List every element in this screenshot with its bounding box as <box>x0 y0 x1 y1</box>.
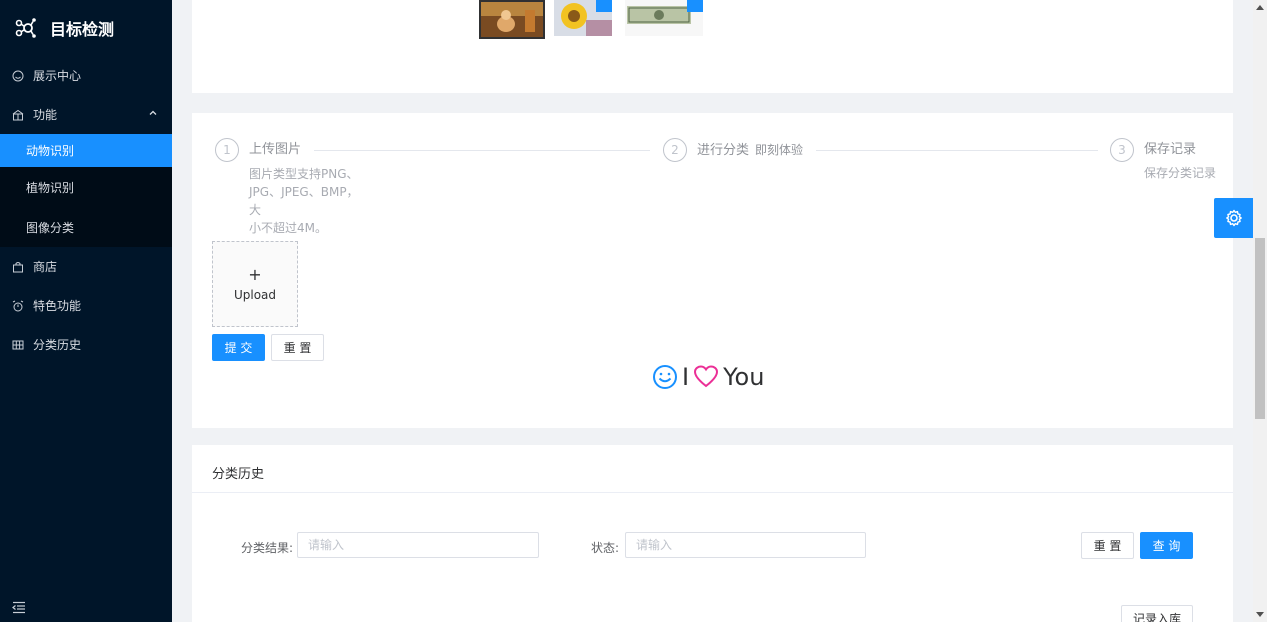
sidebar-item-label: 图像分类 <box>26 220 75 235</box>
sidebar-item-image-classification[interactable]: 图像分类 <box>0 207 172 247</box>
status-search-input[interactable] <box>625 532 866 558</box>
grid-icon <box>12 340 24 349</box>
upload-steps-card: 1 上传图片 图片类型支持PNG、 JPG、JPEG、BMP，大 小不超过4M。… <box>192 113 1233 428</box>
app-title: 目标检测 <box>50 20 115 39</box>
scroll-thumb[interactable] <box>1255 238 1265 419</box>
shopping-bag-icon <box>13 261 23 272</box>
love-you-text: You <box>723 363 765 391</box>
step-desc-line: 保存分类记录 <box>1144 166 1217 180</box>
step-classify: 2 进行分类 即刻体验 <box>663 138 803 163</box>
example-thumbnail-cat[interactable] <box>479 0 545 39</box>
step-save: 3 保存记录 <box>1110 138 1196 162</box>
step-description: 保存分类记录 <box>1144 164 1216 182</box>
gift-icon <box>12 109 24 120</box>
submit-button[interactable]: 提 交 <box>212 334 265 361</box>
alarm-icon <box>12 300 24 311</box>
step-number: 2 <box>663 138 687 162</box>
chevron-up-icon <box>149 110 157 115</box>
main-content: 1 上传图片 图片类型支持PNG、 JPG、JPEG、BMP，大 小不超过4M。… <box>172 0 1253 622</box>
menu-fold-icon[interactable] <box>12 600 26 614</box>
heart-icon <box>694 365 719 388</box>
image-upload-dropzone[interactable]: + Upload <box>212 241 298 327</box>
sidebar-item-label: 功能 <box>33 108 58 122</box>
sidebar-item-showcase[interactable]: 展示中心 <box>0 56 172 95</box>
reset-button[interactable]: 重 置 <box>271 334 324 361</box>
sidebar-item-label: 展示中心 <box>33 69 82 83</box>
scroll-up-arrow-icon[interactable] <box>1256 5 1264 10</box>
vertical-scrollbar[interactable] <box>1253 0 1267 622</box>
step-desc-line: 小不超过4M。 <box>249 221 327 235</box>
query-button[interactable]: 查 询 <box>1140 532 1193 559</box>
cat-photo-icon <box>481 2 543 37</box>
classification-history-card: 分类历史 分类结果: 状态: 重 置 查 询 记录入库 <box>192 445 1233 622</box>
smile-icon <box>12 70 24 81</box>
sidebar-item-label: 商店 <box>33 260 58 274</box>
smile-face-icon <box>653 365 677 389</box>
step-upload: 1 上传图片 <box>215 138 301 162</box>
upload-label: Upload <box>233 288 277 302</box>
sidebar-item-label: 动物识别 <box>26 144 75 158</box>
step-description: 图片类型支持PNG、 JPG、JPEG、BMP，大 小不超过4M。 <box>249 165 369 237</box>
step-number: 3 <box>1110 138 1134 162</box>
step-title: 保存记录 <box>1144 142 1197 157</box>
save-record-button[interactable]: 记录入库 <box>1121 605 1193 622</box>
result-search-input[interactable] <box>297 532 539 558</box>
step-title-text: 进行分类 <box>697 143 750 158</box>
step-subtitle: 即刻体验 <box>755 143 804 157</box>
sidebar-item-label: 分类历史 <box>33 338 82 352</box>
scroll-down-arrow-icon[interactable] <box>1256 612 1264 617</box>
plus-icon: + <box>248 265 262 284</box>
step-desc-line: JPG、JPEG、BMP，大 <box>249 185 359 217</box>
sidebar-item-features[interactable]: 特色功能 <box>0 286 172 325</box>
network-logo-icon <box>15 18 36 38</box>
sidebar-item-plant-recognition[interactable]: 植物识别 <box>0 167 172 207</box>
step-desc-line: 图片类型支持PNG、 <box>249 167 359 181</box>
step-number: 1 <box>215 138 239 162</box>
settings-button[interactable] <box>1214 198 1253 238</box>
divider <box>192 492 1233 493</box>
example-images-card <box>192 0 1233 93</box>
sidebar-item-label: 特色功能 <box>33 299 82 313</box>
result-label: 分类结果: <box>241 541 294 555</box>
step-title: 上传图片 <box>249 142 302 157</box>
selected-badge <box>687 0 703 12</box>
gear-icon <box>1225 209 1242 227</box>
history-reset-button[interactable]: 重 置 <box>1081 532 1134 559</box>
app-logo[interactable]: 目标检测 <box>0 0 172 56</box>
step-connector <box>816 150 1098 151</box>
i-love-you-banner: I You <box>652 363 768 391</box>
love-i-text: I <box>682 363 690 391</box>
sidebar-item-label: 植物识别 <box>26 180 75 195</box>
history-title: 分类历史 <box>212 467 265 482</box>
selected-badge <box>596 0 612 12</box>
step-title: 进行分类 即刻体验 <box>697 138 803 163</box>
example-thumbnail-flower[interactable] <box>554 0 612 39</box>
sidebar-item-animal-recognition[interactable]: 动物识别 <box>0 134 172 167</box>
sidebar: 目标检测 展示中心 功能 动物识别 植物识别 图像分类 商店 特色功能 分类历史 <box>0 0 172 622</box>
step-connector <box>314 150 650 151</box>
example-thumbnail-banknote[interactable] <box>625 0 703 39</box>
sidebar-item-shop[interactable]: 商店 <box>0 247 172 286</box>
sidebar-item-history[interactable]: 分类历史 <box>0 325 172 364</box>
sidebar-item-functions[interactable]: 功能 <box>0 95 172 134</box>
status-label: 状态: <box>591 541 620 555</box>
